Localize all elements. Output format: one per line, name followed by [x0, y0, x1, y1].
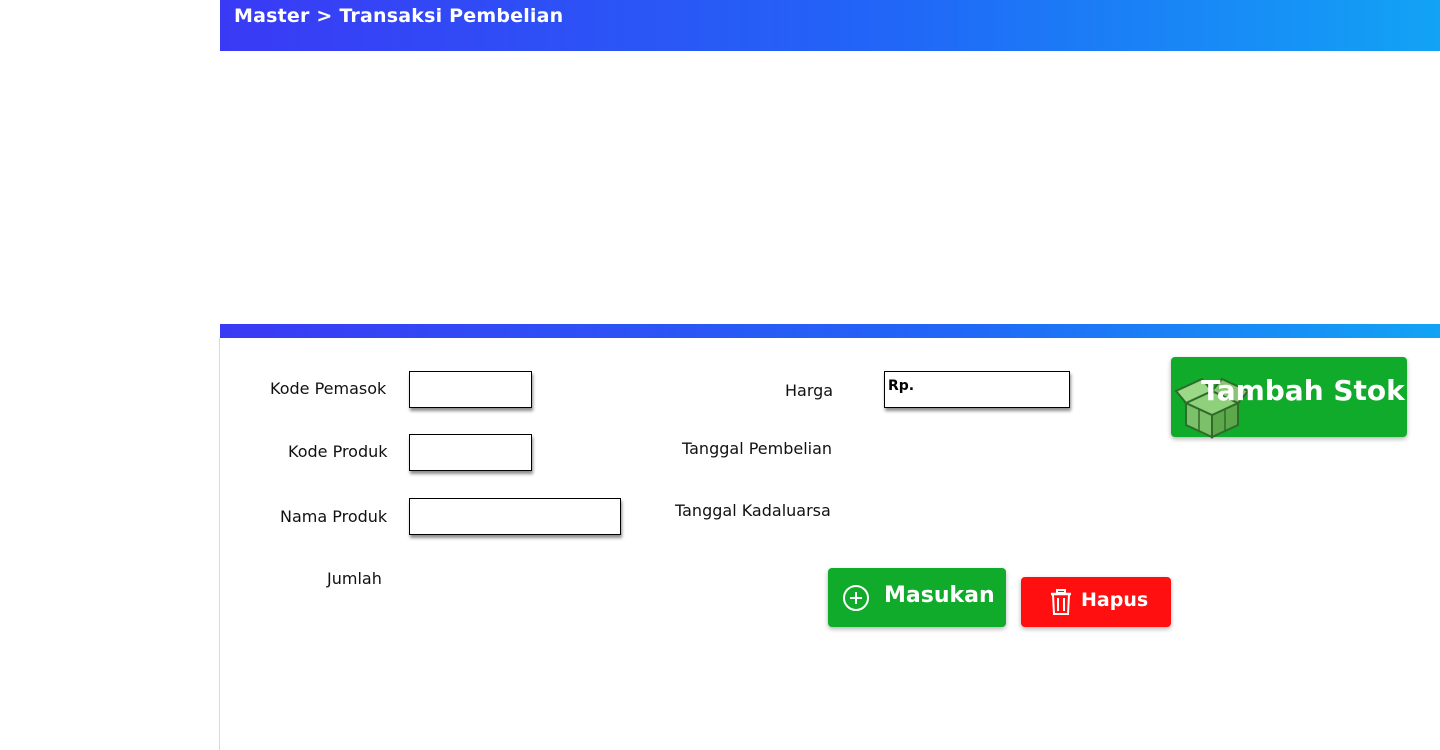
tanggal-pembelian-label: Tanggal Pembelian	[682, 439, 833, 458]
kode-pemasok-label: Kode Pemasok	[270, 379, 387, 398]
tanggal-kadaluarsa-label: Tanggal Kadaluarsa	[675, 501, 831, 520]
tambah-stok-button[interactable]: Tambah Stok	[1171, 357, 1407, 439]
breadcrumb: Master > Transaksi Pembelian	[234, 5, 564, 27]
header-bar: Master > Transaksi Pembelian	[220, 0, 1440, 51]
form-panel-border	[219, 338, 220, 750]
kode-produk-label: Kode Produk	[288, 442, 388, 461]
harga-label: Harga	[785, 381, 834, 400]
jumlah-label: Jumlah	[327, 569, 382, 588]
trash-icon	[1051, 589, 1071, 615]
kode-produk-input[interactable]	[409, 434, 532, 471]
hapus-button[interactable]: Hapus	[1021, 577, 1171, 627]
nama-produk-label: Nama Produk	[280, 507, 388, 526]
section-divider-bar	[220, 324, 1440, 338]
nama-produk-input[interactable]	[409, 498, 621, 535]
tambah-stok-label: Tambah Stok	[1201, 374, 1405, 407]
masukan-button[interactable]: Masukan	[828, 568, 1006, 627]
harga-value: Rp.	[888, 378, 915, 394]
plus-circle-icon	[843, 585, 869, 611]
masukan-label: Masukan	[884, 583, 995, 608]
hapus-label: Hapus	[1081, 589, 1149, 611]
kode-pemasok-input[interactable]	[409, 371, 532, 408]
harga-input[interactable]: Rp.	[884, 371, 1070, 408]
